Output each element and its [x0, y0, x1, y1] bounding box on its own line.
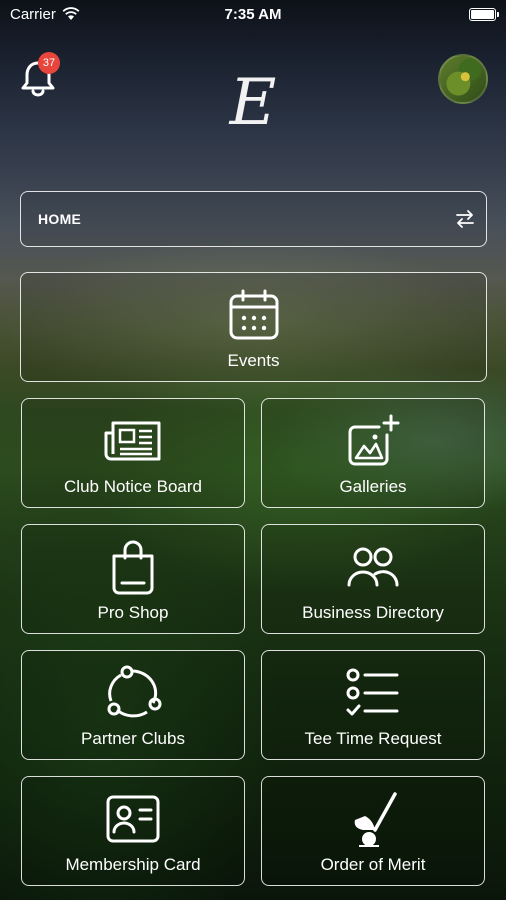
pro-shop-label: Pro Shop: [97, 603, 169, 622]
order-of-merit-tile[interactable]: Order of Merit: [261, 776, 485, 886]
club-notice-board-label: Club Notice Board: [64, 477, 202, 496]
galleries-tile[interactable]: Galleries: [261, 398, 485, 508]
notification-badge: 37: [38, 52, 60, 74]
tee-time-request-tile[interactable]: Tee Time Request: [261, 650, 485, 760]
network-icon: [103, 663, 163, 723]
newspaper-icon: [103, 411, 163, 471]
membership-card-tile[interactable]: Membership Card: [21, 776, 245, 886]
pro-shop-tile[interactable]: Pro Shop: [21, 524, 245, 634]
partner-clubs-tile[interactable]: Partner Clubs: [21, 650, 245, 760]
status-bar: Carrier 7:35 AM: [0, 0, 506, 28]
business-directory-tile[interactable]: Business Directory: [261, 524, 485, 634]
partner-clubs-label: Partner Clubs: [81, 729, 185, 748]
business-directory-label: Business Directory: [302, 603, 444, 622]
wifi-icon: [62, 7, 80, 21]
calendar-icon: [224, 285, 284, 345]
golf-club-icon: [343, 789, 403, 849]
galleries-label: Galleries: [339, 477, 407, 496]
swap-icon[interactable]: [454, 209, 476, 229]
shopping-bag-icon: [103, 537, 163, 597]
tee-time-request-label: Tee Time Request: [304, 729, 442, 748]
id-card-icon: [103, 789, 163, 849]
club-notice-board-tile[interactable]: Club Notice Board: [21, 398, 245, 508]
checklist-icon: [343, 663, 403, 723]
order-of-merit-label: Order of Merit: [320, 855, 426, 874]
club-logo: E: [229, 66, 277, 140]
battery-icon: [469, 7, 499, 21]
carrier-label: Carrier: [10, 5, 56, 23]
avatar[interactable]: [438, 54, 488, 104]
home-selector[interactable]: HOME: [20, 191, 487, 247]
events-tile[interactable]: Events: [20, 272, 487, 382]
events-label: Events: [227, 351, 280, 370]
membership-card-label: Membership Card: [65, 855, 201, 874]
add-photo-icon: [343, 411, 403, 471]
home-label: HOME: [38, 211, 82, 227]
people-icon: [343, 537, 403, 597]
